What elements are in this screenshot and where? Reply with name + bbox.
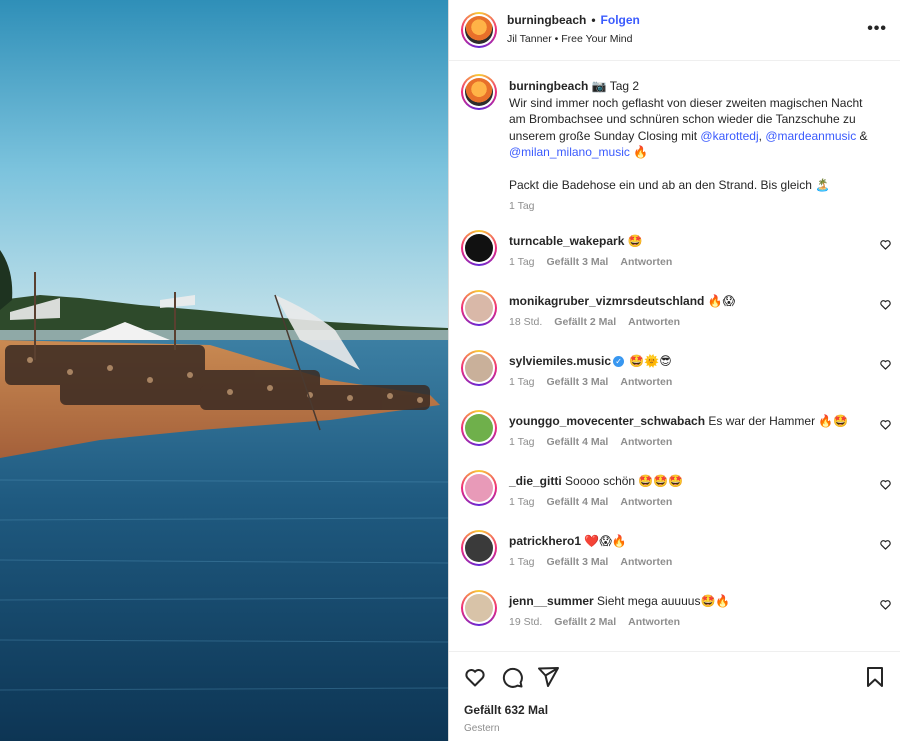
- comment-time[interactable]: 1 Tag: [509, 556, 535, 568]
- comment-text: Sieht mega auuuus🤩🔥: [597, 594, 731, 608]
- comment-text: ❤️😱🔥: [584, 534, 627, 548]
- caption-username[interactable]: burningbeach: [509, 79, 588, 93]
- comment-text: Es war der Hammer 🔥🤩: [708, 414, 849, 428]
- comment-likes[interactable]: Gefällt 3 Mal: [547, 556, 609, 568]
- author-username[interactable]: burningbeach: [507, 13, 586, 27]
- post-caption: burningbeach 📷 Tag 2 Wir sind immer noch…: [509, 78, 879, 215]
- reply-button[interactable]: Antworten: [620, 496, 672, 508]
- commenter-avatar[interactable]: [461, 350, 497, 386]
- author-avatar[interactable]: [461, 12, 497, 48]
- comment-icon[interactable]: [500, 665, 524, 689]
- verified-badge-icon: ✓: [613, 356, 625, 368]
- comment-likes[interactable]: Gefällt 3 Mal: [547, 376, 609, 388]
- caption-sep2: &: [856, 128, 868, 143]
- reply-button[interactable]: Antworten: [620, 556, 672, 568]
- post-date[interactable]: Gestern: [464, 723, 500, 734]
- comment-like-heart-icon[interactable]: [879, 358, 892, 371]
- mention-mardeanmusic[interactable]: @mardeanmusic: [765, 129, 856, 143]
- commenter-username[interactable]: jenn__summer: [509, 594, 594, 608]
- caption-time[interactable]: 1 Tag: [509, 198, 879, 215]
- commenter-username[interactable]: sylviemiles.music: [509, 354, 611, 368]
- comment-likes[interactable]: Gefällt 4 Mal: [547, 496, 609, 508]
- post-photo[interactable]: [0, 0, 448, 741]
- comment-like-heart-icon[interactable]: [879, 598, 892, 611]
- commenter-avatar[interactable]: [461, 530, 497, 566]
- caption-end: 🔥: [629, 145, 649, 159]
- comment-row: _die_gitti Soooo schön 🤩🤩🤩 1 Tag Gefällt 4…: [449, 468, 900, 528]
- commenter-avatar[interactable]: [461, 590, 497, 626]
- beach-party-image: [0, 0, 448, 741]
- comment-time[interactable]: 1 Tag: [509, 496, 535, 508]
- comment-time[interactable]: 18 Std.: [509, 316, 542, 328]
- commenter-username[interactable]: younggo_movecenter_schwabach: [509, 414, 705, 428]
- comment-like-heart-icon[interactable]: [879, 418, 892, 431]
- commenter-username[interactable]: turncable_wakepark: [509, 234, 624, 248]
- follow-button[interactable]: Folgen: [601, 13, 640, 27]
- caption-line1: 📷 Tag 2: [591, 79, 640, 93]
- comment-row: patrickhero1 ❤️😱🔥 1 Tag Gefällt 3 Mal Antwo…: [449, 528, 900, 588]
- share-icon[interactable]: [536, 665, 560, 689]
- header-dot: •: [591, 13, 596, 27]
- heart-icon[interactable]: [463, 665, 487, 689]
- comment-row: monikagruber_vizmrsdeutschland 🔥😱 18 Std.…: [449, 288, 900, 348]
- comment-text: 🤩: [627, 234, 643, 248]
- comment-like-heart-icon[interactable]: [879, 298, 892, 311]
- comment-time[interactable]: 1 Tag: [509, 376, 535, 388]
- commenter-username[interactable]: patrickhero1: [509, 534, 581, 548]
- comment-row: younggo_movecenter_schwabach Es war der …: [449, 408, 900, 468]
- comment-like-heart-icon[interactable]: [879, 238, 892, 251]
- caption-line3: Packt die Badehose ein und ab an den Str…: [509, 177, 831, 192]
- commenter-username[interactable]: monikagruber_vizmrsdeutschland: [509, 294, 704, 308]
- reply-button[interactable]: Antworten: [628, 616, 680, 628]
- post-subtitle[interactable]: Jil Tanner • Free Your Mind: [507, 33, 632, 45]
- caption-avatar[interactable]: [461, 74, 497, 110]
- likes-count[interactable]: Gefällt 632 Mal: [464, 703, 548, 717]
- comment-row: turncable_wakepark 🤩 1 Tag Gefällt 3 Mal An…: [449, 228, 900, 288]
- bookmark-icon[interactable]: [863, 665, 887, 689]
- mention-karottedj[interactable]: @karottedj: [700, 129, 758, 143]
- comment-like-heart-icon[interactable]: [879, 538, 892, 551]
- reply-button[interactable]: Antworten: [628, 316, 680, 328]
- comment-time[interactable]: 19 Std.: [509, 616, 542, 628]
- comment-text: 🔥😱: [707, 294, 736, 308]
- mention-milan-milano-music[interactable]: @milan_milano_music: [509, 145, 630, 159]
- commenter-avatar[interactable]: [461, 470, 497, 506]
- reply-button[interactable]: Antworten: [620, 436, 672, 448]
- commenter-avatar[interactable]: [461, 290, 497, 326]
- comment-text: Soooo schön 🤩🤩🤩: [565, 474, 684, 488]
- comment-row: jenn__summer Sieht mega auuuus🤩🔥 19 Std. G…: [449, 588, 900, 648]
- comment-time[interactable]: 1 Tag: [509, 436, 535, 448]
- reply-button[interactable]: Antworten: [620, 256, 672, 268]
- comment-text: 🤩🌞😎: [629, 354, 672, 368]
- reply-button[interactable]: Antworten: [620, 376, 672, 388]
- post-details-panel: burningbeach • Folgen Jil Tanner • Free Yo…: [448, 0, 900, 741]
- commenter-username[interactable]: _die_gitti: [509, 474, 562, 488]
- post-header: burningbeach • Folgen Jil Tanner • Free Yo…: [449, 0, 900, 61]
- comment-row: sylviemiles.music ✓ 🤩🌞😎 1 Tag Gefällt 3 Mal…: [449, 348, 900, 408]
- comment-like-heart-icon[interactable]: [879, 478, 892, 491]
- more-options-icon[interactable]: •••: [867, 20, 887, 38]
- comment-likes[interactable]: Gefällt 3 Mal: [547, 256, 609, 268]
- comment-time[interactable]: 1 Tag: [509, 256, 535, 268]
- commenter-avatar[interactable]: [461, 230, 497, 266]
- comment-likes[interactable]: Gefällt 2 Mal: [554, 316, 616, 328]
- comment-likes[interactable]: Gefällt 4 Mal: [547, 436, 609, 448]
- commenter-avatar[interactable]: [461, 410, 497, 446]
- post-actions: Gefällt 632 Mal Gestern: [449, 651, 900, 741]
- comment-likes[interactable]: Gefällt 2 Mal: [554, 616, 616, 628]
